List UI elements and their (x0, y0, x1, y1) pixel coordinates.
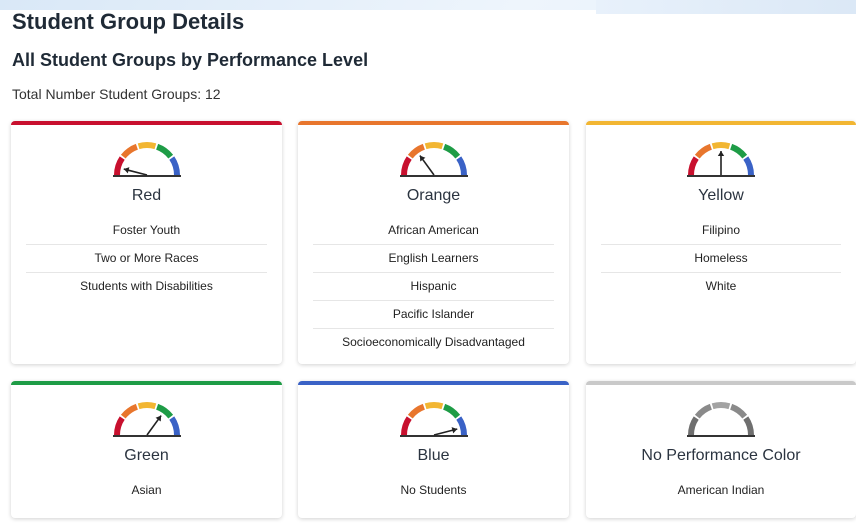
gauge-segment (711, 142, 731, 150)
list-item: Pacific Islander (313, 301, 554, 329)
card-title: Red (131, 187, 162, 204)
student-group-list: Filipino Homeless White (601, 217, 841, 300)
card-title: Green (124, 447, 169, 464)
gauge-segment (743, 416, 754, 436)
gauge-segment (424, 402, 443, 410)
list-item: Two or More Races (26, 245, 267, 273)
list-item: Homeless (601, 245, 841, 273)
card-orange: Orange African American English Learners… (298, 121, 569, 364)
list-item: English Learners (313, 245, 554, 273)
background-strip (596, 0, 856, 14)
gauge-segment (137, 402, 156, 410)
gauge-segment (113, 416, 125, 436)
card-title: Blue (417, 447, 450, 464)
gauge-segment (120, 403, 138, 419)
card-red: Red Foster Youth Two or More Races Stude… (11, 121, 282, 364)
gauge-icon (687, 402, 755, 437)
gauge-segment (120, 143, 138, 159)
gauge-needle-head (123, 167, 129, 174)
list-item: Foster Youth (26, 217, 267, 245)
gauge-segment (168, 156, 180, 176)
card-no-performance-color: No Performance Color American Indian (586, 381, 856, 518)
gauge-segment (743, 156, 754, 176)
gauge-needle-head (451, 427, 457, 434)
gauge-segment (688, 156, 699, 176)
gauge-needle-head (717, 151, 725, 156)
gauge-segment (442, 403, 460, 419)
student-group-list: No Students (313, 477, 554, 504)
student-group-list: American Indian (601, 477, 841, 504)
gauge-segment (694, 143, 713, 159)
gauge-segment (155, 143, 173, 159)
gauge-segment (137, 142, 156, 150)
list-item: White (705, 279, 737, 293)
card-title: No Performance Color (641, 447, 801, 464)
list-item: No Students (400, 483, 467, 497)
gauge-icon (687, 142, 755, 177)
gauge-segment (694, 403, 713, 419)
total-groups-count: Total Number Student Groups: 12 (12, 86, 221, 102)
gauge-icon (399, 402, 468, 437)
gauge-segment (113, 156, 125, 176)
list-item: American Indian (677, 483, 765, 497)
list-item: Filipino (601, 217, 841, 245)
gauge-icon (399, 142, 468, 177)
list-item: Students with Disabilities (80, 279, 213, 293)
gauge-segment (424, 142, 443, 150)
gauge-segment (407, 143, 425, 159)
gauge-segment (155, 403, 173, 419)
student-group-list: Foster Youth Two or More Races Students … (26, 217, 267, 300)
card-yellow: Yellow Filipino Homeless White (586, 121, 856, 364)
gauge-segment (442, 143, 460, 159)
gauge-segment (168, 416, 180, 436)
section-title: All Student Groups by Performance Level (12, 50, 369, 70)
gauge-segment (729, 143, 748, 159)
list-item: Hispanic (313, 273, 554, 301)
gauge-segment (688, 416, 699, 436)
card-title: Orange (406, 187, 461, 204)
card-title: Yellow (698, 187, 744, 204)
gauge-segment (455, 416, 467, 436)
gauge-segment (729, 403, 748, 419)
gauge-segment (455, 156, 467, 176)
gauge-segment (400, 416, 412, 436)
list-item: African American (313, 217, 554, 245)
gauge-segment (711, 402, 731, 410)
gauge-segment (407, 403, 425, 419)
list-item: Asian (131, 483, 162, 497)
gauge-segment (400, 156, 412, 176)
student-group-list: Asian (26, 477, 267, 504)
page-title: Student Group Details (12, 9, 245, 34)
gauge-icon (112, 142, 181, 177)
student-group-list: African American English Learners Hispan… (313, 217, 554, 356)
list-item: Socioeconomically Disadvantaged (342, 335, 525, 349)
gauge-icon (112, 402, 181, 437)
card-green: Green Asian (11, 381, 282, 518)
card-blue: Blue No Students (298, 381, 569, 518)
